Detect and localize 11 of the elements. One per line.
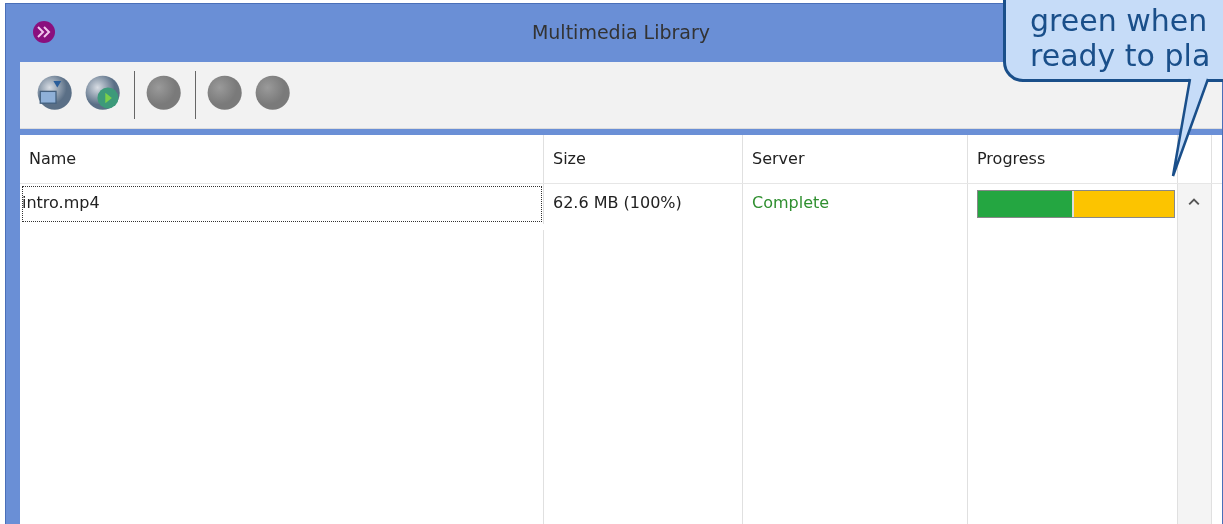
callout-text: ready to pla [1030, 38, 1211, 73]
column-header[interactable]: Size [544, 135, 743, 183]
table-cell: intro.mp4 [20, 184, 544, 224]
table-cell: Complete [743, 184, 968, 230]
window-title: Multimedia Library [531, 21, 711, 43]
column-header[interactable]: Server [743, 135, 968, 183]
column-header[interactable]: Name [20, 135, 544, 183]
callout-text: green when [1030, 3, 1208, 38]
scroll-up-icon[interactable] [1188, 198, 1200, 206]
table-cell: 62.6 MB (100%) [544, 184, 743, 230]
app-logo-icon [32, 20, 56, 44]
